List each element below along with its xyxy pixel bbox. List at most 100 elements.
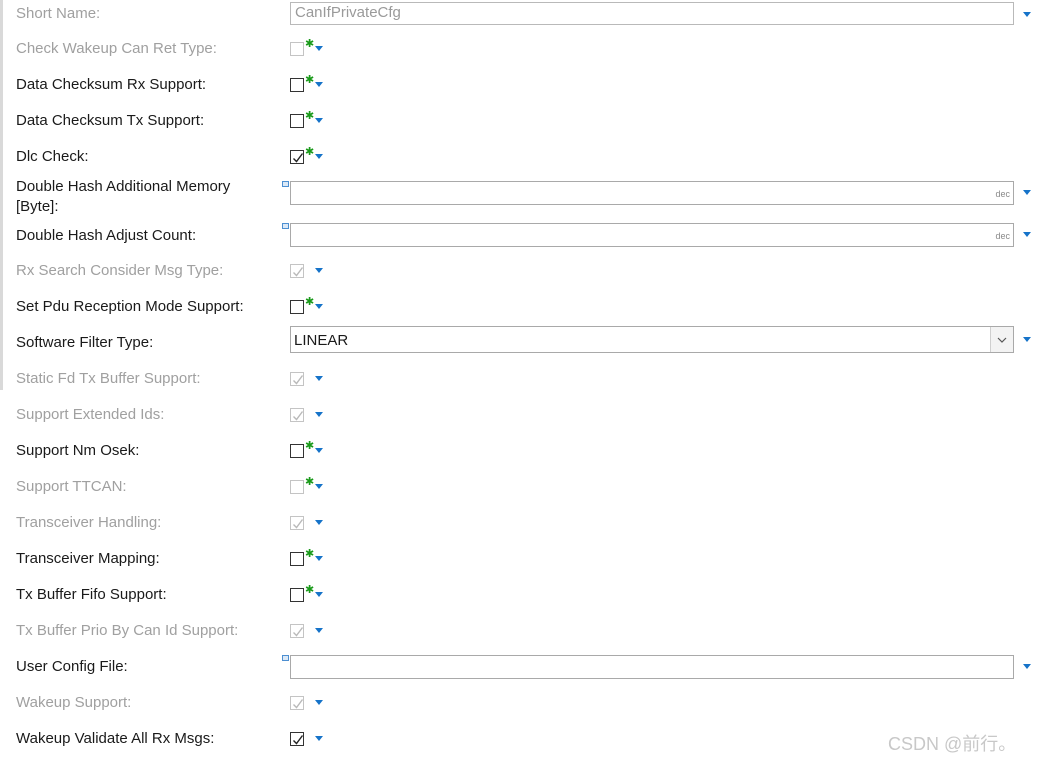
support-ttcan-label: Support TTCAN: xyxy=(16,478,127,495)
support-extended-ids-checkbox[interactable] xyxy=(290,408,304,422)
software-filter-type-label: Software Filter Type: xyxy=(16,334,154,351)
chevron-down-icon[interactable] xyxy=(315,592,323,597)
user-config-file-label: User Config File: xyxy=(16,658,128,675)
transceiver-handling-label: Transceiver Handling: xyxy=(16,514,162,531)
support-extended-ids-label: Support Extended Ids: xyxy=(16,406,165,423)
rx-search-consider-msg-type-checkbox[interactable] xyxy=(290,264,304,278)
row-support-nm-osek: Support Nm Osek: ✱ xyxy=(0,441,1052,463)
row-tx-buffer-prio-by-can-id-support: Tx Buffer Prio By Can Id Support: xyxy=(0,621,1052,643)
short-name-label: Short Name: xyxy=(16,5,101,22)
transceiver-handling-checkbox[interactable] xyxy=(290,516,304,530)
set-pdu-reception-mode-support-label: Set Pdu Reception Mode Support: xyxy=(16,298,244,315)
checkmark-icon xyxy=(293,267,304,277)
support-nm-osek-checkbox[interactable] xyxy=(290,444,304,458)
row-data-checksum-rx-support: Data Checksum Rx Support: ✱ xyxy=(0,75,1052,97)
chevron-down-icon[interactable] xyxy=(1023,337,1031,342)
double-hash-adjust-count-label: Double Hash Adjust Count: xyxy=(16,227,197,244)
dlc-check-checkbox[interactable] xyxy=(290,150,304,164)
double-hash-adjust-count-input[interactable]: dec xyxy=(290,223,1014,247)
transceiver-mapping-label: Transceiver Mapping: xyxy=(16,550,160,567)
row-wakeup-support: Wakeup Support: xyxy=(0,693,1052,715)
chevron-down-icon[interactable] xyxy=(315,82,323,87)
transceiver-mapping-checkbox[interactable] xyxy=(290,552,304,566)
chevron-down-icon[interactable] xyxy=(1023,664,1031,669)
row-user-config-file: User Config File: xyxy=(0,654,1052,680)
chevron-down-icon[interactable] xyxy=(315,154,323,159)
asterisk-icon: ✱ xyxy=(305,146,315,158)
row-software-filter-type: Software Filter Type: LINEAR xyxy=(0,326,1052,354)
chevron-down-icon[interactable] xyxy=(315,736,323,741)
data-checksum-tx-support-checkbox[interactable] xyxy=(290,114,304,128)
row-data-checksum-tx-support: Data Checksum Tx Support: ✱ xyxy=(0,111,1052,133)
row-tx-buffer-fifo-support: Tx Buffer Fifo Support: ✱ xyxy=(0,585,1052,607)
check-wakeup-can-ret-type-label: Check Wakeup Can Ret Type: xyxy=(16,40,217,57)
tx-buffer-prio-by-can-id-support-checkbox[interactable] xyxy=(290,624,304,638)
tx-buffer-fifo-support-label: Tx Buffer Fifo Support: xyxy=(16,586,167,603)
check-wakeup-can-ret-type-checkbox[interactable] xyxy=(290,42,304,56)
chevron-down-icon[interactable] xyxy=(315,304,323,309)
row-double-hash-adjust-count: Double Hash Adjust Count: dec xyxy=(0,223,1052,249)
unit-badge: dec xyxy=(995,231,1010,241)
wakeup-support-checkbox[interactable] xyxy=(290,696,304,710)
format-icon[interactable] xyxy=(282,181,289,187)
software-filter-type-select[interactable]: LINEAR xyxy=(290,326,1014,353)
static-fd-tx-buffer-support-checkbox[interactable] xyxy=(290,372,304,386)
chevron-down-icon[interactable] xyxy=(315,556,323,561)
set-pdu-reception-mode-support-checkbox[interactable] xyxy=(290,300,304,314)
chevron-down-icon[interactable] xyxy=(315,700,323,705)
checkmark-icon xyxy=(293,153,304,163)
checkmark-icon xyxy=(293,627,304,637)
user-config-file-input[interactable] xyxy=(290,655,1014,679)
chevron-down-icon[interactable] xyxy=(315,46,323,51)
chevron-down-icon[interactable] xyxy=(315,268,323,273)
combo-dropdown-button[interactable] xyxy=(990,327,1013,352)
format-icon[interactable] xyxy=(282,655,289,661)
asterisk-icon: ✱ xyxy=(305,74,315,86)
row-transceiver-handling: Transceiver Handling: xyxy=(0,513,1052,535)
row-support-ttcan: Support TTCAN: ✱ xyxy=(0,477,1052,499)
row-short-name: Short Name: CanIfPrivateCfg xyxy=(0,2,1052,26)
unit-badge: dec xyxy=(995,189,1010,199)
wakeup-validate-all-rx-msgs-checkbox[interactable] xyxy=(290,732,304,746)
software-filter-type-value: LINEAR xyxy=(294,332,349,349)
tx-buffer-prio-by-can-id-support-label: Tx Buffer Prio By Can Id Support: xyxy=(16,622,239,639)
format-icon[interactable] xyxy=(282,223,289,229)
asterisk-icon: ✱ xyxy=(305,38,315,50)
data-checksum-rx-support-checkbox[interactable] xyxy=(290,78,304,92)
asterisk-icon: ✱ xyxy=(305,110,315,122)
data-checksum-tx-support-label: Data Checksum Tx Support: xyxy=(16,112,205,129)
config-form: Short Name: CanIfPrivateCfg Check Wakeup… xyxy=(0,0,1052,758)
chevron-down-icon[interactable] xyxy=(315,484,323,489)
support-nm-osek-label: Support Nm Osek: xyxy=(16,442,140,459)
chevron-down-icon[interactable] xyxy=(1023,190,1031,195)
row-check-wakeup-can-ret-type: Check Wakeup Can Ret Type: ✱ xyxy=(0,39,1052,61)
chevron-down-icon[interactable] xyxy=(1023,232,1031,237)
chevron-down-icon[interactable] xyxy=(315,376,323,381)
chevron-down-icon[interactable] xyxy=(315,118,323,123)
row-set-pdu-reception-mode-support: Set Pdu Reception Mode Support: ✱ xyxy=(0,297,1052,319)
checkmark-icon xyxy=(293,375,304,385)
double-hash-additional-memory-label: Double Hash Additional Memory [Byte]: xyxy=(16,178,231,215)
row-dlc-check: Dlc Check: ✱ xyxy=(0,147,1052,169)
wakeup-validate-all-rx-msgs-label: Wakeup Validate All Rx Msgs: xyxy=(16,730,215,747)
checkmark-icon xyxy=(293,411,304,421)
chevron-down-icon[interactable] xyxy=(315,520,323,525)
support-ttcan-checkbox[interactable] xyxy=(290,480,304,494)
row-transceiver-mapping: Transceiver Mapping: ✱ xyxy=(0,549,1052,571)
row-double-hash-additional-memory: Double Hash Additional Memory [Byte]: de… xyxy=(0,177,1052,219)
short-name-input[interactable]: CanIfPrivateCfg xyxy=(290,2,1014,25)
double-hash-additional-memory-input[interactable]: dec xyxy=(290,181,1014,205)
asterisk-icon: ✱ xyxy=(305,476,315,488)
checkmark-icon xyxy=(293,699,304,709)
chevron-down-icon[interactable] xyxy=(315,628,323,633)
chevron-down-icon[interactable] xyxy=(315,412,323,417)
asterisk-icon: ✱ xyxy=(305,548,315,560)
row-static-fd-tx-buffer-support: Static Fd Tx Buffer Support: xyxy=(0,369,1052,391)
dlc-check-label: Dlc Check: xyxy=(16,148,89,165)
chevron-down-icon xyxy=(997,337,1007,343)
chevron-down-icon[interactable] xyxy=(315,448,323,453)
short-name-dropdown-arrow-icon[interactable] xyxy=(1023,12,1031,17)
asterisk-icon: ✱ xyxy=(305,440,315,452)
tx-buffer-fifo-support-checkbox[interactable] xyxy=(290,588,304,602)
checkmark-icon xyxy=(293,735,304,745)
